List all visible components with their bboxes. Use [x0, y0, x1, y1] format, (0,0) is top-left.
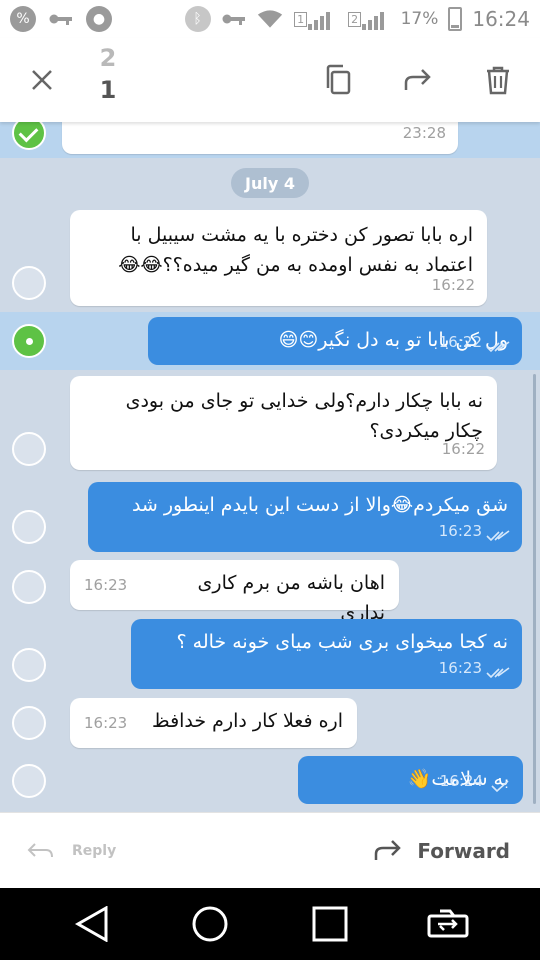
- sim1-label: 1: [294, 11, 308, 27]
- message-time: 23:28: [402, 124, 446, 142]
- double-check-icon: [486, 530, 510, 542]
- single-check-icon: [491, 780, 509, 792]
- vpn-key-icon: [221, 6, 247, 32]
- clock: 16:24: [472, 7, 530, 31]
- sim-switch-icon: [427, 909, 469, 938]
- message-row[interactable]: اهان باشه من برم کاری نداری 16:23: [0, 558, 540, 624]
- forward-button[interactable]: Forward: [373, 835, 510, 867]
- signal-sim2-icon: 2: [347, 6, 391, 32]
- message-text-line: نه بابا چکار دارم؟ولی خدایی تو جای من بو…: [125, 390, 483, 412]
- message-time: 16:22: [438, 333, 482, 351]
- battery-percent: 17%: [400, 9, 439, 29]
- copy-button[interactable]: [318, 60, 358, 100]
- message-row-top-partial[interactable]: 23:28: [0, 122, 540, 158]
- message-bubble[interactable]: ول کن بابا تو به دل نگیر😊😄 16:22: [148, 317, 522, 365]
- double-check-icon: [486, 667, 510, 679]
- message-bubble[interactable]: نه کجا میخوای بری شب میای خونه خاله ؟ 16…: [131, 619, 522, 689]
- message-row[interactable]: نه کجا میخوای بری شب میای خونه خاله ؟ 16…: [0, 618, 540, 692]
- close-selection-button[interactable]: [22, 60, 62, 100]
- date-separator: July 4: [231, 168, 309, 198]
- message-time: 16:23: [84, 714, 128, 732]
- trash-icon: [487, 66, 509, 95]
- message-bubble[interactable]: اره بابا تصور کن دختره با یه مشت سیبیل ب…: [70, 210, 487, 306]
- select-checkbox[interactable]: [12, 122, 46, 150]
- message-bubble[interactable]: نه بابا چکار دارم؟ولی خدایی تو جای من بو…: [70, 376, 497, 470]
- double-check-icon: [486, 341, 510, 353]
- data-saver-icon: ●: [86, 6, 112, 32]
- message-row-selected[interactable]: ول کن بابا تو به دل نگیر😊😄 16:22: [0, 312, 540, 370]
- message-time: 16:23: [84, 576, 128, 594]
- selection-action-bar: 2 1: [0, 38, 540, 122]
- wifi-icon: [257, 6, 283, 32]
- recents-button[interactable]: [308, 904, 352, 944]
- message-row[interactable]: شق میکردم😂والا از دست این بایدم اینطور ش…: [0, 480, 540, 554]
- forward-arrow-icon: [375, 840, 402, 860]
- share-button[interactable]: [398, 60, 438, 100]
- message-time: 16:24: [439, 772, 483, 790]
- message-bubble[interactable]: 23:28: [62, 122, 458, 154]
- delete-button[interactable]: [478, 60, 518, 100]
- scrollbar[interactable]: [533, 374, 536, 804]
- select-checkbox[interactable]: [12, 510, 46, 544]
- battery-icon: [448, 7, 463, 31]
- message-time: 16:23: [438, 659, 482, 677]
- message-row[interactable]: به سلامت👋 16:24: [0, 754, 540, 808]
- select-checkbox[interactable]: [12, 570, 46, 604]
- selected-count-current: 1: [99, 76, 117, 104]
- message-row[interactable]: نه بابا چکار دارم؟ولی خدایی تو جای من بو…: [0, 374, 540, 472]
- select-checkbox[interactable]: [12, 706, 46, 740]
- share-arrow-icon: [404, 69, 431, 90]
- close-icon: [32, 70, 52, 90]
- status-bar: % ● ᛒ 1 2 17% 16:24: [0, 0, 540, 38]
- signal-sim1-icon: 1: [293, 6, 337, 32]
- message-time: 16:22: [431, 276, 475, 294]
- reply-label: Reply: [72, 843, 117, 859]
- sim-switch-button[interactable]: [426, 904, 470, 944]
- percent-icon: %: [10, 6, 36, 32]
- message-text-line: چکار میکردی؟: [369, 420, 483, 442]
- home-button[interactable]: [188, 904, 232, 944]
- message-bubble[interactable]: اهان باشه من برم کاری نداری 16:23: [70, 560, 399, 624]
- selected-count-prev: 2: [99, 44, 117, 72]
- recents-square-icon: [312, 906, 348, 942]
- forward-label: Forward: [417, 839, 510, 863]
- message-row[interactable]: اره فعلا کار دارم خدافظ 16:23: [0, 696, 540, 750]
- select-checkbox[interactable]: [12, 266, 46, 300]
- back-triangle-icon: [74, 906, 108, 942]
- select-checkbox[interactable]: [12, 432, 46, 466]
- system-nav-bar: [0, 888, 540, 960]
- select-checkbox[interactable]: [12, 648, 46, 682]
- copy-icon: [326, 64, 351, 95]
- select-checkbox[interactable]: [12, 764, 46, 798]
- home-circle-icon: [192, 906, 228, 942]
- back-button[interactable]: [70, 904, 114, 944]
- message-time: 16:22: [441, 440, 485, 458]
- message-row[interactable]: اره بابا تصور کن دختره با یه مشت سیبیل ب…: [0, 208, 540, 308]
- message-time: 16:23: [438, 522, 482, 540]
- message-bubble[interactable]: اره فعلا کار دارم خدافظ 16:23: [70, 698, 357, 748]
- message-text-line: اره بابا تصور کن دختره با یه مشت سیبیل ب…: [130, 224, 473, 246]
- key-icon: [48, 6, 74, 32]
- chat-history[interactable]: 23:28 July 4 اره بابا تصور کن دختره با ی…: [0, 122, 540, 812]
- reply-button[interactable]: Reply: [26, 835, 116, 867]
- select-checkbox[interactable]: [12, 324, 46, 358]
- bluetooth-icon: ᛒ: [184, 6, 211, 32]
- selection-bottom-bar: Reply Forward: [0, 812, 540, 888]
- message-bubble[interactable]: شق میکردم😂والا از دست این بایدم اینطور ش…: [88, 482, 522, 552]
- message-text: اره فعلا کار دارم خدافظ: [152, 710, 343, 732]
- sim2-label: 2: [348, 11, 362, 27]
- message-bubble[interactable]: به سلامت👋 16:24: [298, 756, 523, 804]
- selected-count: 2 1: [96, 38, 120, 106]
- message-text-line: اعتماد به نفس اومده به من گیر میده؟؟😂😂: [118, 254, 473, 276]
- reply-arrow-icon: [27, 843, 53, 858]
